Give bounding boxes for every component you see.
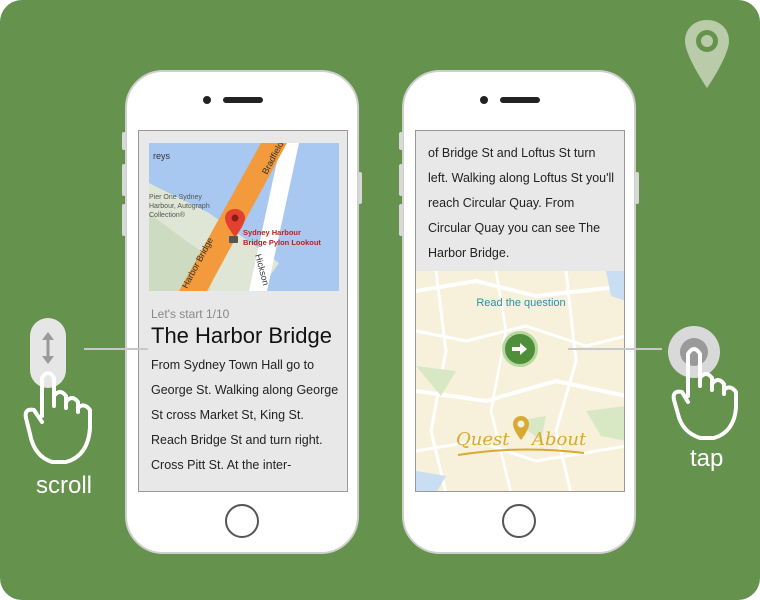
quest-about-logo: Quest About [456, 416, 586, 461]
location-title: The Harbor Bridge [151, 323, 332, 348]
volume-down-button [122, 204, 126, 236]
scroll-gesture-icon [23, 318, 92, 464]
map-poi-label-2: Bridge Pylon Lookout [243, 238, 321, 247]
location-pin-icon [685, 20, 729, 88]
volume-down-button [399, 204, 403, 236]
map-view[interactable]: reys Bradfield Harbor Bridge Hickson Pie… [149, 143, 339, 291]
next-button[interactable] [502, 331, 538, 367]
step-subtitle: Let's start 1/10 [151, 307, 230, 321]
map-label-reys: reys [153, 151, 171, 161]
canvas: reys Bradfield Harbor Bridge Hickson Pie… [0, 0, 760, 600]
home-button[interactable] [225, 504, 259, 538]
left-phone-screen[interactable]: reys Bradfield Harbor Bridge Hickson Pie… [138, 130, 348, 492]
tap-label: tap [690, 445, 724, 472]
tap-connector-line [568, 348, 662, 350]
front-camera [480, 96, 488, 104]
background-panel [0, 0, 760, 600]
right-phone-screen[interactable]: of Bridge St and Loftus St turn left. Wa… [415, 130, 625, 492]
map-poi-label-1: Sydney Harbour [243, 228, 301, 237]
earpiece-speaker [223, 97, 263, 103]
volume-up-button [122, 164, 126, 196]
read-question-link[interactable]: Read the question [416, 297, 624, 309]
directions-text: From Sydney Town Hall go to George St. W… [151, 358, 339, 472]
camera-poi-icon [229, 236, 238, 243]
volume-up-button [399, 164, 403, 196]
mute-switch [399, 132, 403, 150]
map-label-pier-one-2: Harbour, Autograph [149, 203, 210, 210]
right-phone: of Bridge St and Loftus St turn left. Wa… [399, 70, 639, 554]
arrow-right-icon [512, 343, 527, 355]
tap-gesture-icon [668, 326, 738, 440]
front-camera [203, 96, 211, 104]
power-button [358, 172, 362, 204]
map-label-pier-one-3: Collection® [149, 211, 186, 219]
home-button[interactable] [502, 504, 536, 538]
directions-text-continued: of Bridge St and Loftus St turn left. Wa… [428, 146, 615, 260]
left-phone: reys Bradfield Harbor Bridge Hickson Pie… [122, 70, 362, 554]
logo-pin-icon [513, 416, 529, 440]
map-label-pier-one-1: Pier One Sydney [149, 194, 202, 201]
earpiece-speaker [500, 97, 540, 103]
power-button [635, 172, 639, 204]
mute-switch [122, 132, 126, 150]
logo-swoosh [457, 448, 585, 456]
scroll-label: scroll [36, 472, 93, 499]
